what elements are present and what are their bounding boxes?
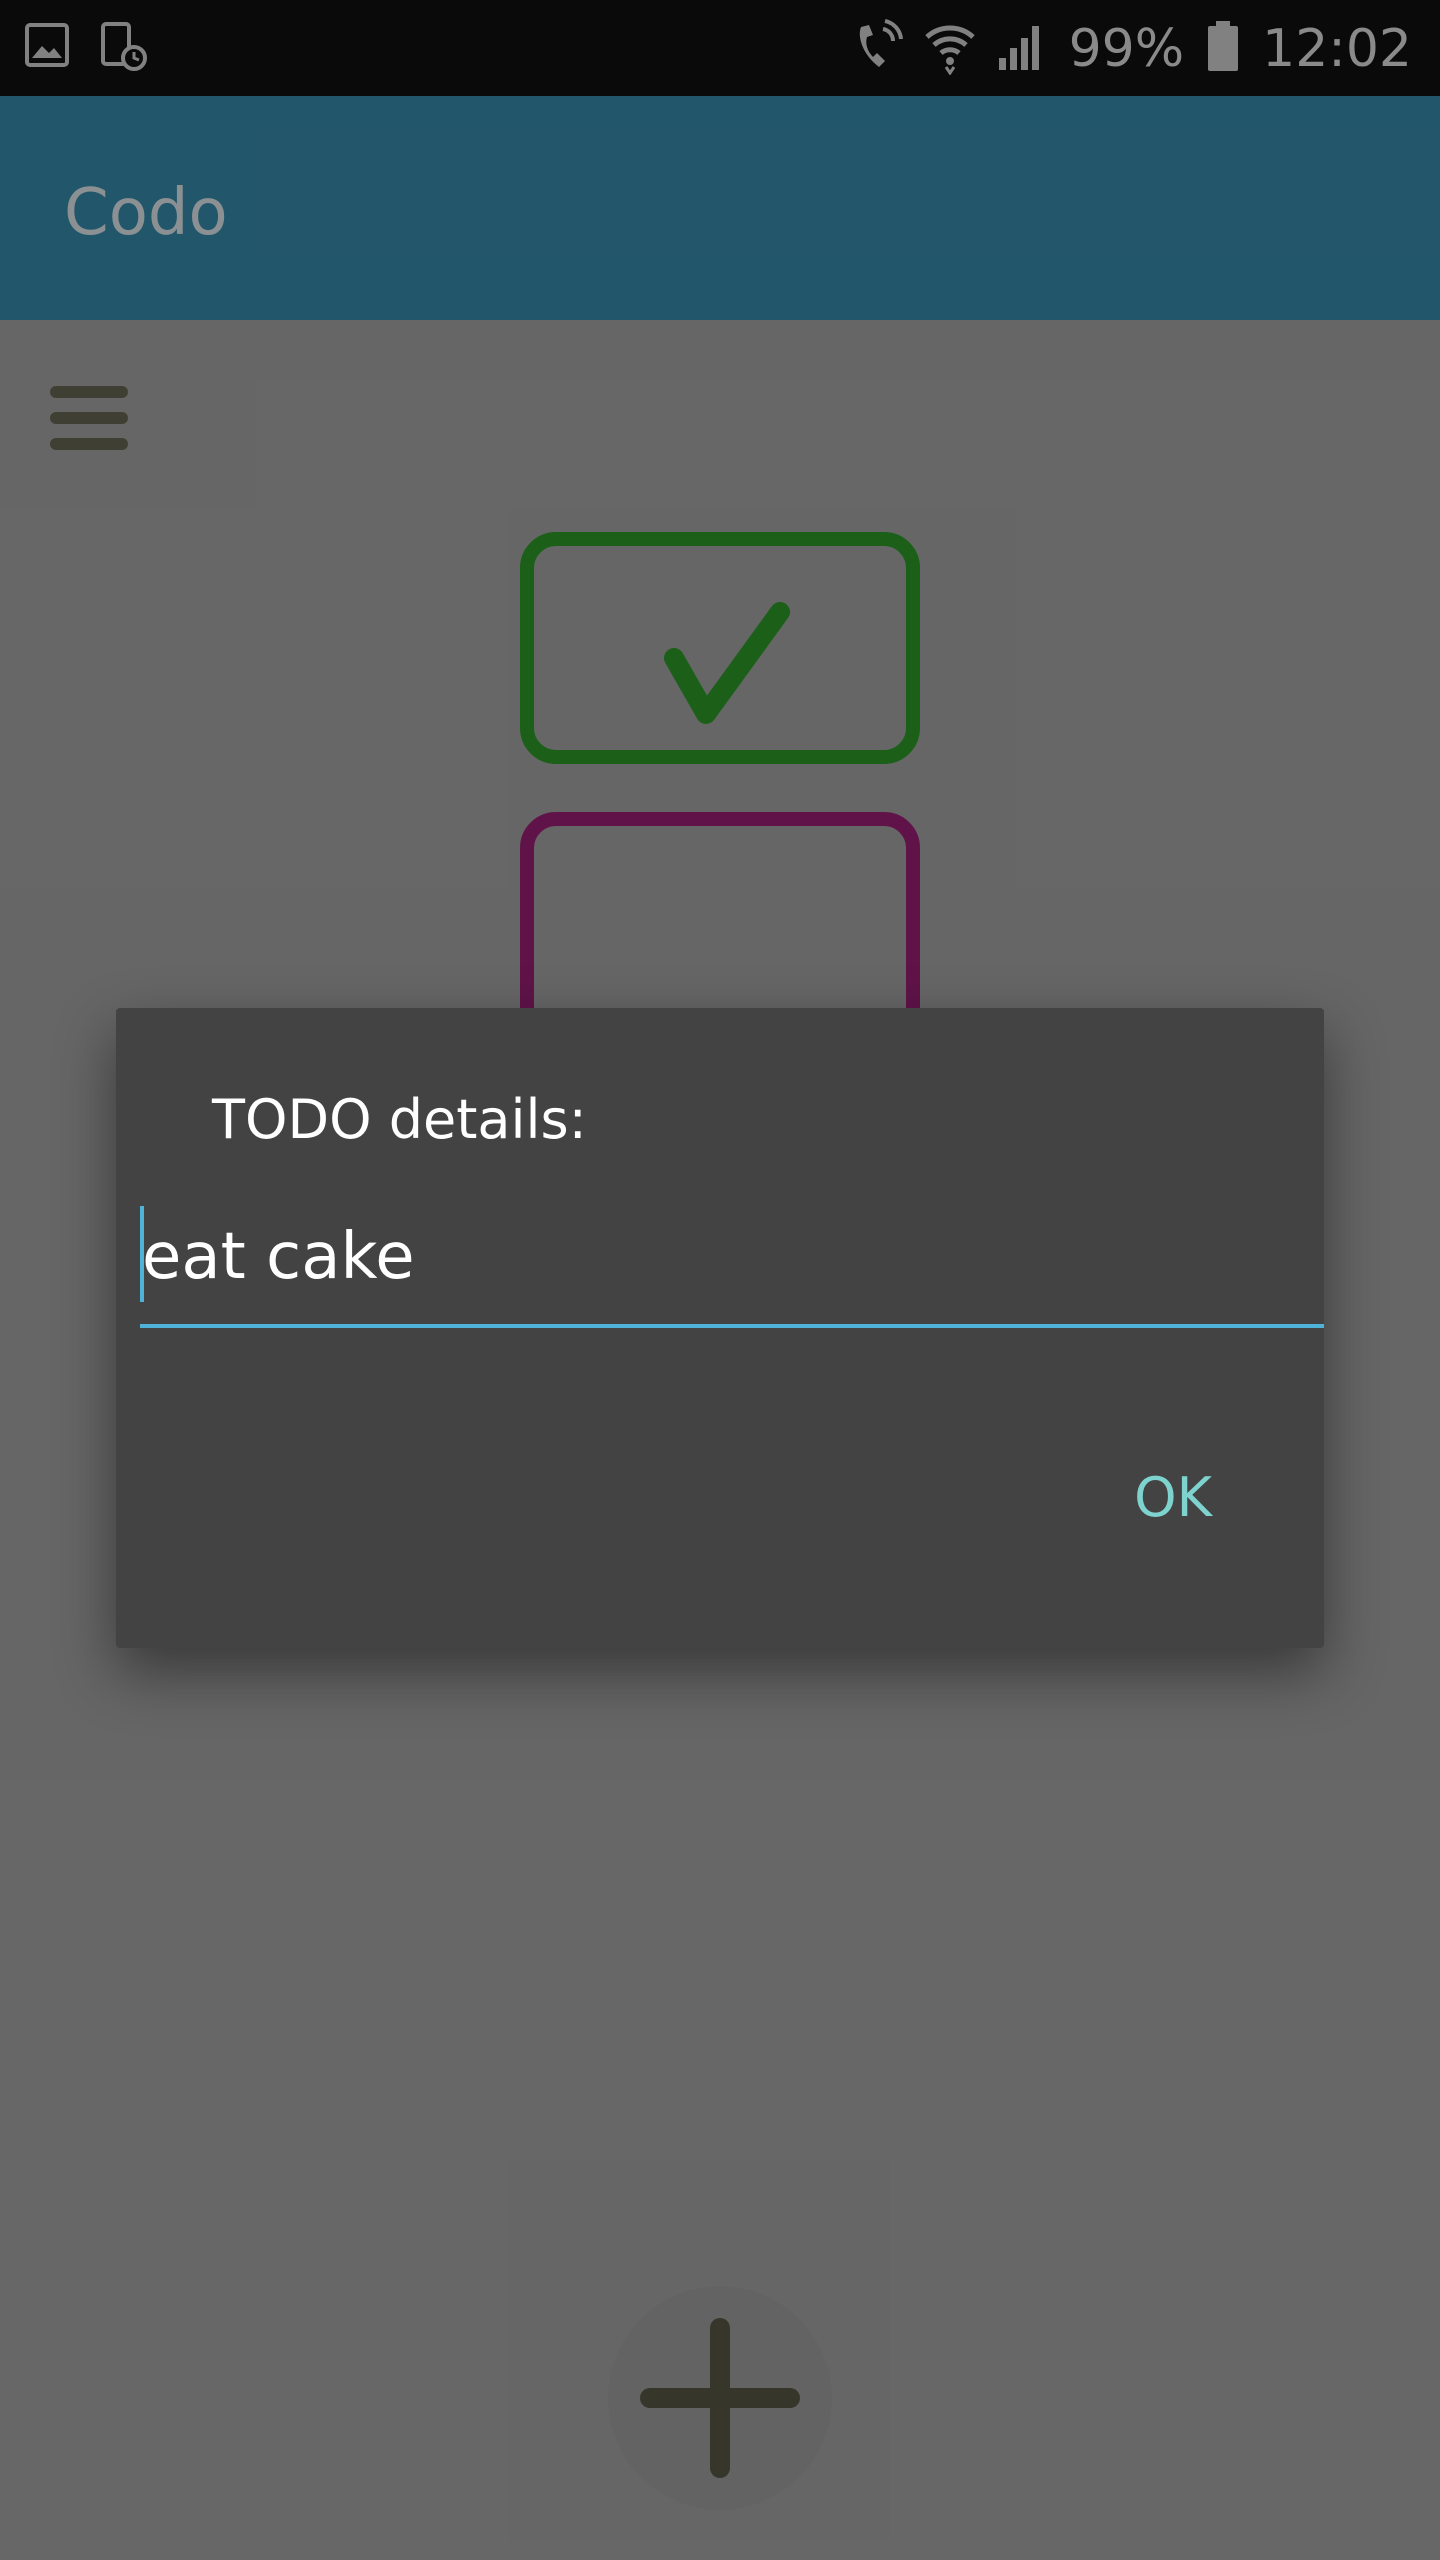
ok-button[interactable]: OK	[1126, 1458, 1220, 1537]
dialog-title: TODO details:	[212, 1088, 587, 1151]
todo-details-input[interactable]: eat cake	[140, 1198, 1324, 1328]
todo-details-dialog: TODO details: eat cake OK	[116, 1008, 1324, 1648]
todo-details-value: eat cake	[142, 1220, 415, 1294]
